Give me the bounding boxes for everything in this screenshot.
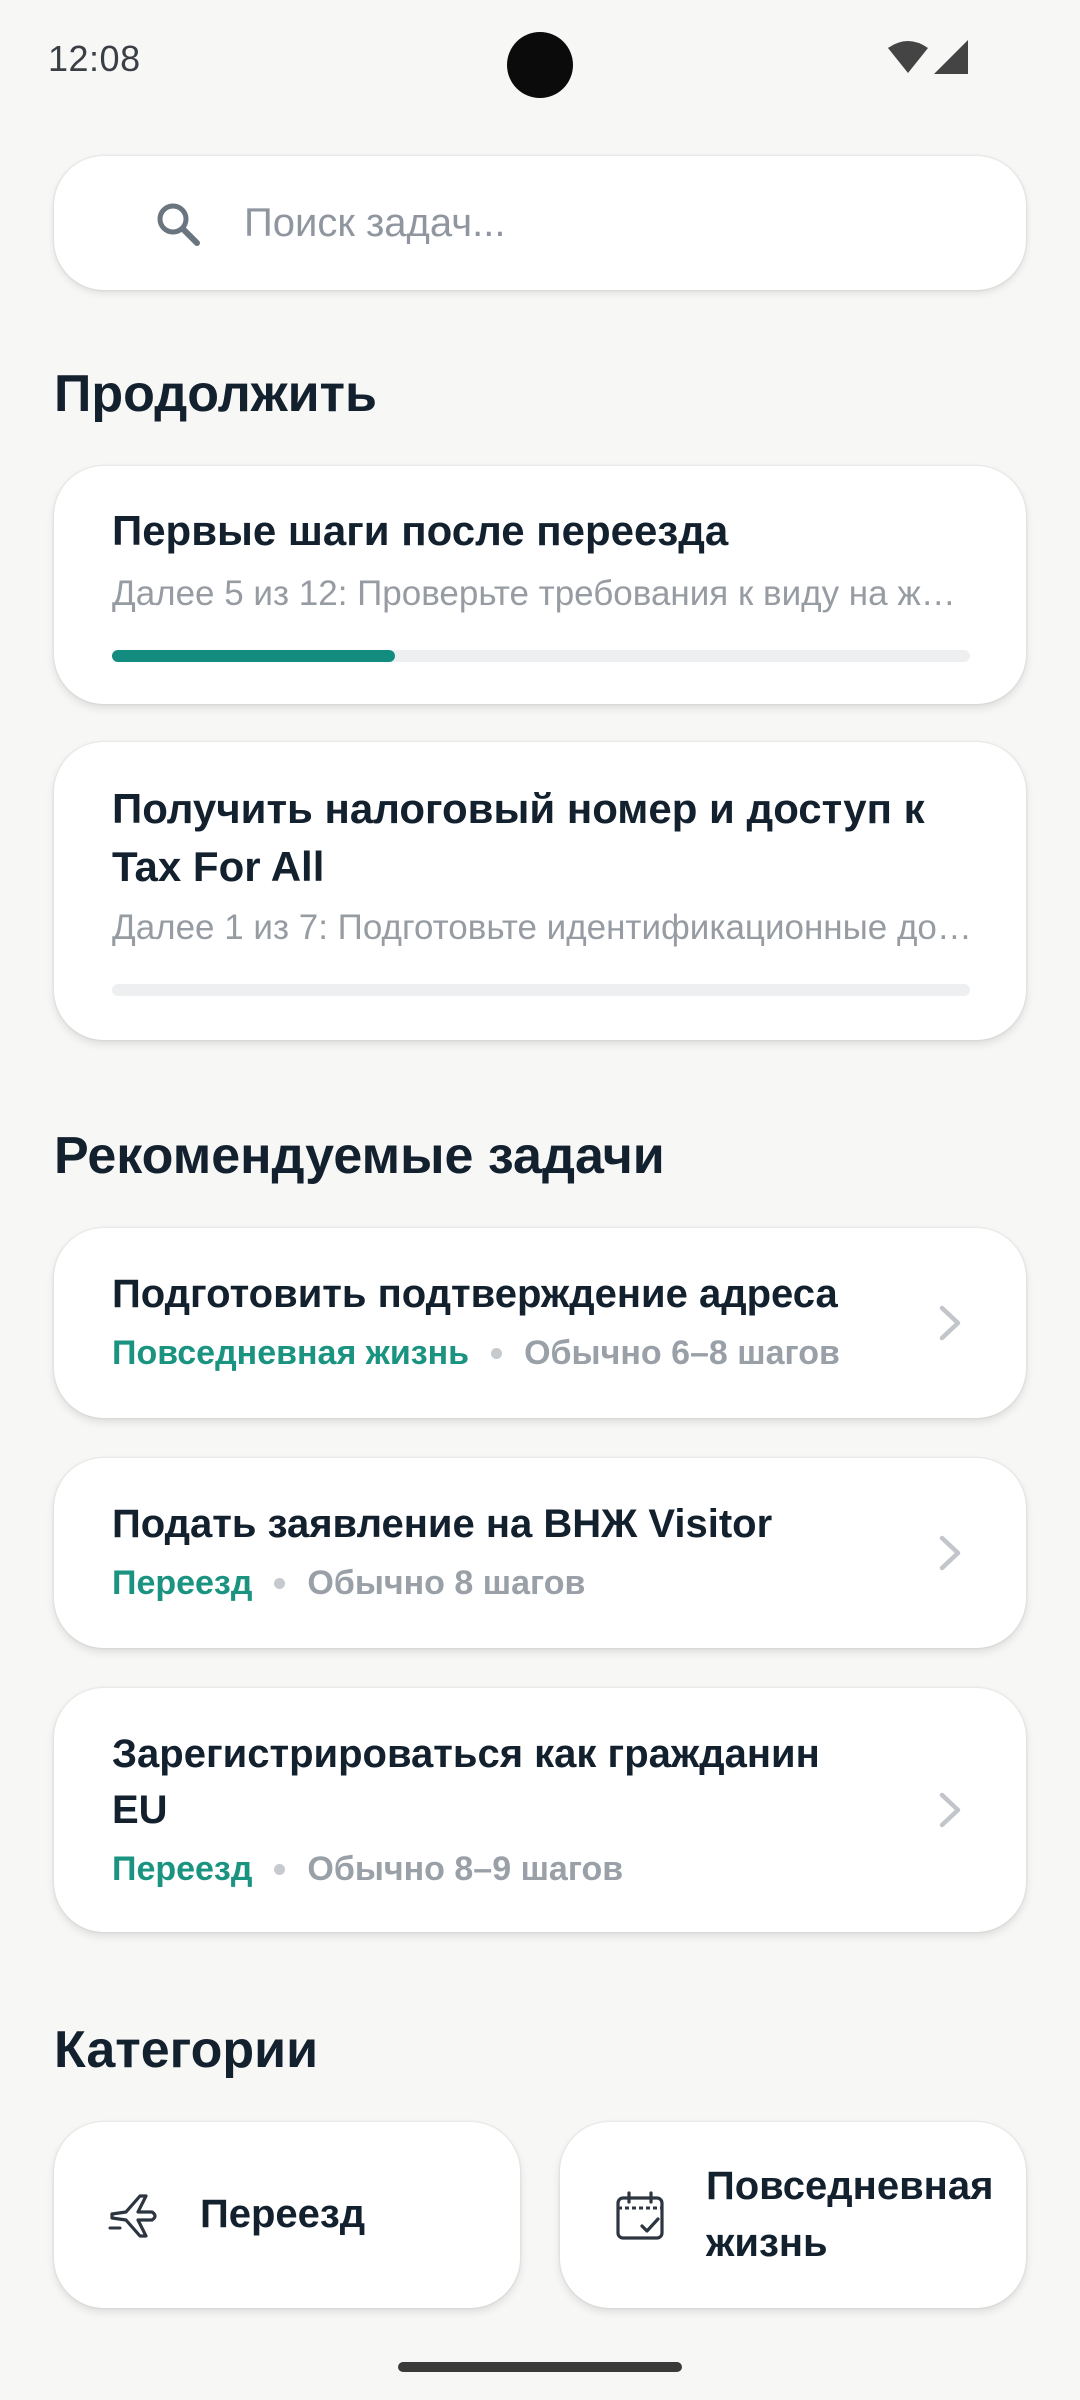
task-progress-bar (112, 650, 970, 662)
separator-dot (491, 1348, 503, 1359)
recommended-task-card[interactable]: Зарегистрироваться как гражданин EU Пере… (54, 1688, 1026, 1932)
task-steps: Обычно 8 шагов (307, 1564, 586, 1602)
task-category: Переезд (112, 1850, 253, 1888)
search-input[interactable] (244, 186, 984, 260)
chevron-right-icon (939, 1535, 961, 1571)
status-bar: 12:08 (0, 0, 1080, 120)
task-title: Получить налоговый номер и доступ к Tax … (112, 785, 925, 890)
category-card-daily-life[interactable]: Повседневная жизнь (560, 2122, 1026, 2308)
camera-cutout (507, 32, 573, 98)
task-next-step: Далее 1 из 7: Подготовьте идентификацион… (112, 908, 974, 947)
continue-section-title: Продолжить (54, 365, 377, 423)
chevron-right-icon (939, 1792, 961, 1828)
task-progress-fill (112, 650, 396, 662)
category-label: Повседневная жизнь (706, 2164, 994, 2265)
status-time: 12:08 (48, 38, 141, 79)
task-title: Первые шаги после переезда (112, 507, 729, 554)
wifi-icon (888, 41, 928, 73)
category-label: Переезд (200, 2192, 366, 2236)
recommended-task-title: Подготовить подтверждение адреса (112, 1272, 838, 1316)
recommended-task-meta: Повседневная жизнь Обычно 6–8 шагов (112, 1334, 840, 1373)
recommended-section-title: Рекомендуемые задачи (54, 1127, 665, 1185)
search-bar[interactable] (54, 156, 1026, 290)
continue-task-card[interactable]: Получить налоговый номер и доступ к Tax … (54, 742, 1026, 1040)
recommended-task-meta: Переезд Обычно 8 шагов (112, 1564, 585, 1603)
separator-dot (274, 1864, 286, 1875)
categories-section-title: Категории (54, 2021, 319, 2079)
recommended-task-title: Подать заявление на ВНЖ Visitor (112, 1502, 773, 1546)
separator-dot (274, 1578, 286, 1589)
screen: 12:08 Продолжить Первые шаги после перее… (0, 0, 1080, 2400)
airplane-icon (108, 2194, 157, 2238)
recommended-task-card[interactable]: Подготовить подтверждение адреса Повседн… (54, 1228, 1026, 1418)
recommended-task-title: Зарегистрироваться как гражданин EU (112, 1732, 820, 1832)
signal-icon (934, 40, 968, 74)
recommended-task-card[interactable]: Подать заявление на ВНЖ Visitor Переезд … (54, 1458, 1026, 1648)
category-card-relocation[interactable]: Переезд (54, 2122, 520, 2308)
task-steps: Обычно 8–9 шагов (307, 1850, 624, 1888)
recommended-task-meta: Переезд Обычно 8–9 шагов (112, 1850, 623, 1889)
task-next-step: Далее 5 из 12: Проверьте требования к ви… (112, 574, 974, 613)
task-category: Повседневная жизнь (112, 1334, 470, 1372)
continue-task-card[interactable]: Первые шаги после переезда Далее 5 из 12… (54, 466, 1026, 704)
chevron-right-icon (939, 1305, 961, 1341)
status-icons (888, 40, 968, 74)
calendar-check-icon (616, 2191, 664, 2240)
home-indicator[interactable] (398, 2362, 682, 2372)
task-category: Переезд (112, 1564, 253, 1602)
task-progress-bar (112, 984, 970, 996)
task-steps: Обычно 6–8 шагов (524, 1334, 840, 1372)
search-icon (157, 203, 200, 246)
